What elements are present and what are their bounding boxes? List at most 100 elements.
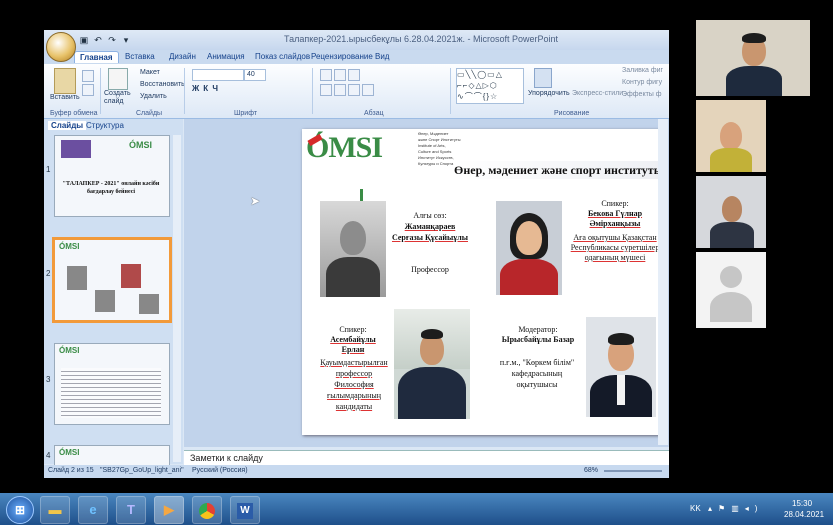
tab-outline[interactable]: Структура	[86, 121, 124, 130]
taskbar-chrome[interactable]	[192, 496, 222, 524]
align-center-icon[interactable]	[334, 84, 346, 96]
speaker-photo	[95, 290, 115, 312]
font-group-label: Шрифт	[234, 110, 258, 117]
photo-body	[500, 259, 558, 295]
start-button[interactable]: ⊞	[6, 496, 34, 524]
photo-shirt	[617, 375, 625, 405]
align-left-icon[interactable]	[320, 84, 332, 96]
tab-design[interactable]: Дизайн	[164, 51, 201, 62]
speaker4-name: Ырысбайұлы Базар	[501, 335, 575, 344]
taskbar-internet-explorer[interactable]: e	[78, 496, 108, 524]
font-size-box[interactable]: 40	[244, 69, 266, 81]
clock-time[interactable]: 15:30	[792, 499, 812, 508]
speaker1-photo	[320, 201, 386, 297]
indent-icon[interactable]	[348, 69, 360, 81]
tab-slides[interactable]: Слайды	[48, 121, 87, 130]
tab-review[interactable]: Рецензирование	[306, 51, 378, 62]
video-hair	[742, 33, 766, 43]
powerpoint-window: ▣ ↶ ↷ ▾ Талапкер-2021.ырысбекұлы 6.28.04…	[44, 30, 669, 478]
save-icon[interactable]: ▣	[78, 35, 90, 45]
taskbar-media-player[interactable]: ▶	[154, 496, 184, 524]
quick-styles-button[interactable]: Экспресс-стили	[572, 90, 623, 97]
separator	[100, 68, 101, 114]
justify-icon[interactable]	[362, 84, 374, 96]
slide-thumbnail-2[interactable]: ÓMSI	[52, 237, 172, 323]
taskbar-word[interactable]: W	[230, 496, 260, 524]
video-face	[722, 196, 742, 222]
arrange-button[interactable]: Упорядочить	[528, 90, 570, 97]
clock-date[interactable]: 28.04.2021	[784, 510, 824, 519]
office-button[interactable]	[46, 32, 76, 62]
reset-button[interactable]: Восстановить	[140, 81, 185, 88]
theme-name: "SB27Gp_GoUp_light_ani"	[100, 467, 184, 474]
paste-icon[interactable]	[54, 68, 76, 94]
folder-icon: ▬	[48, 502, 62, 517]
speaker-photo	[121, 264, 141, 288]
speaker4-role: Модератор:	[518, 325, 558, 334]
slide-thumbnail-3[interactable]: ÓMSI	[54, 343, 170, 425]
participant-no-video[interactable]	[696, 252, 766, 328]
slides-group-label: Слайды	[136, 110, 163, 117]
tray-icons[interactable]: ▴⚑▥◂)	[708, 504, 763, 513]
shape-outline-button[interactable]: Контур фигу	[622, 79, 662, 86]
speaker2-name: Бекова Гүлнар Әмірханқызы	[587, 209, 643, 228]
zoom-level[interactable]: 68%	[584, 467, 598, 474]
language-indicator[interactable]: KK	[690, 504, 701, 513]
delete-slide-button[interactable]: Удалить	[140, 93, 167, 100]
paste-button[interactable]: Вставить	[50, 94, 80, 101]
undo-icon[interactable]: ↶	[92, 35, 104, 45]
drawing-group-label: Рисование	[554, 110, 590, 117]
arrange-icon[interactable]	[534, 68, 552, 88]
font-name-box[interactable]	[192, 69, 244, 81]
speaker1-role: Алғы сөз:	[413, 211, 447, 220]
shape-fill-button[interactable]: Заливка фиг	[622, 67, 663, 74]
redo-icon[interactable]: ↷	[106, 35, 118, 45]
align-right-icon[interactable]	[348, 84, 360, 96]
bullets-icon[interactable]	[320, 69, 332, 81]
photo-body	[326, 257, 380, 297]
slide-thumbnail-4[interactable]: ÓMSI	[54, 445, 170, 467]
ribbon-tabs: Главная Вставка Дизайн Анимация Показ сл…	[44, 50, 669, 64]
active-speaker-video[interactable]	[696, 20, 810, 96]
video-body	[726, 66, 782, 96]
tab-view[interactable]: Вид	[370, 51, 394, 62]
numbering-icon[interactable]	[334, 69, 346, 81]
windows-logo-icon: ⊞	[14, 503, 26, 517]
notes-placeholder: Заметки к слайду	[190, 453, 263, 463]
shapes-gallery[interactable]: ▭╲╲◯▭△ ⌐⌐◇△▷⬡ ∿⌒⌒{}☆	[456, 68, 524, 104]
layout-button[interactable]: Макет	[140, 69, 160, 76]
language-status[interactable]: Русский (Россия)	[192, 467, 248, 474]
editor-scrollbar[interactable]	[658, 119, 668, 445]
photo-face	[340, 221, 366, 255]
taskbar-file-explorer[interactable]: ▬	[40, 496, 70, 524]
participant-video[interactable]	[696, 100, 766, 172]
slide-number: 4	[46, 451, 51, 460]
panel-scrollbar[interactable]	[173, 135, 181, 462]
cut-icon[interactable]	[82, 70, 94, 82]
tab-insert[interactable]: Вставка	[120, 51, 160, 62]
participant-video[interactable]	[696, 176, 766, 248]
avatar-head-icon	[720, 266, 742, 288]
building-image	[61, 140, 91, 158]
new-slide-icon[interactable]	[108, 68, 128, 90]
tab-animation[interactable]: Анимация	[202, 51, 250, 62]
avatar-body-icon	[710, 292, 752, 322]
slide-number: 3	[46, 375, 51, 384]
tab-home[interactable]: Главная	[74, 51, 119, 63]
font-format-buttons[interactable]: ЖКЧ	[192, 84, 222, 93]
speaker3-role: Спикер:	[339, 325, 367, 334]
speaker3-name: Асембайұлы Ерлан	[330, 335, 376, 354]
taskbar-teams[interactable]: T	[116, 496, 146, 524]
speaker3-title: Қауымдастырылған профессор Философия ғыл…	[320, 358, 388, 411]
notes-pane[interactable]: Заметки к слайду	[184, 450, 669, 466]
shape-effects-button[interactable]: Эффекты ф	[622, 91, 662, 98]
copy-icon[interactable]	[82, 84, 94, 96]
speaker1-name: Жаманқараев Серғазы Құсайыұлы	[391, 222, 468, 242]
teams-icon: T	[127, 502, 135, 517]
quick-access-dropdown-icon[interactable]: ▾	[120, 35, 132, 45]
new-slide-button[interactable]: Создать слайд	[104, 90, 134, 106]
current-slide[interactable]: ÓMSI Өнер, Мәдениет және Спорт Институты…	[302, 129, 664, 435]
slide-thumbnail-1[interactable]: ÓMSI "ТАЛАПКЕР - 2021" онлайн кәсіби бағ…	[54, 135, 170, 217]
zoom-slider[interactable]	[604, 470, 662, 472]
photo-hair	[421, 329, 443, 339]
